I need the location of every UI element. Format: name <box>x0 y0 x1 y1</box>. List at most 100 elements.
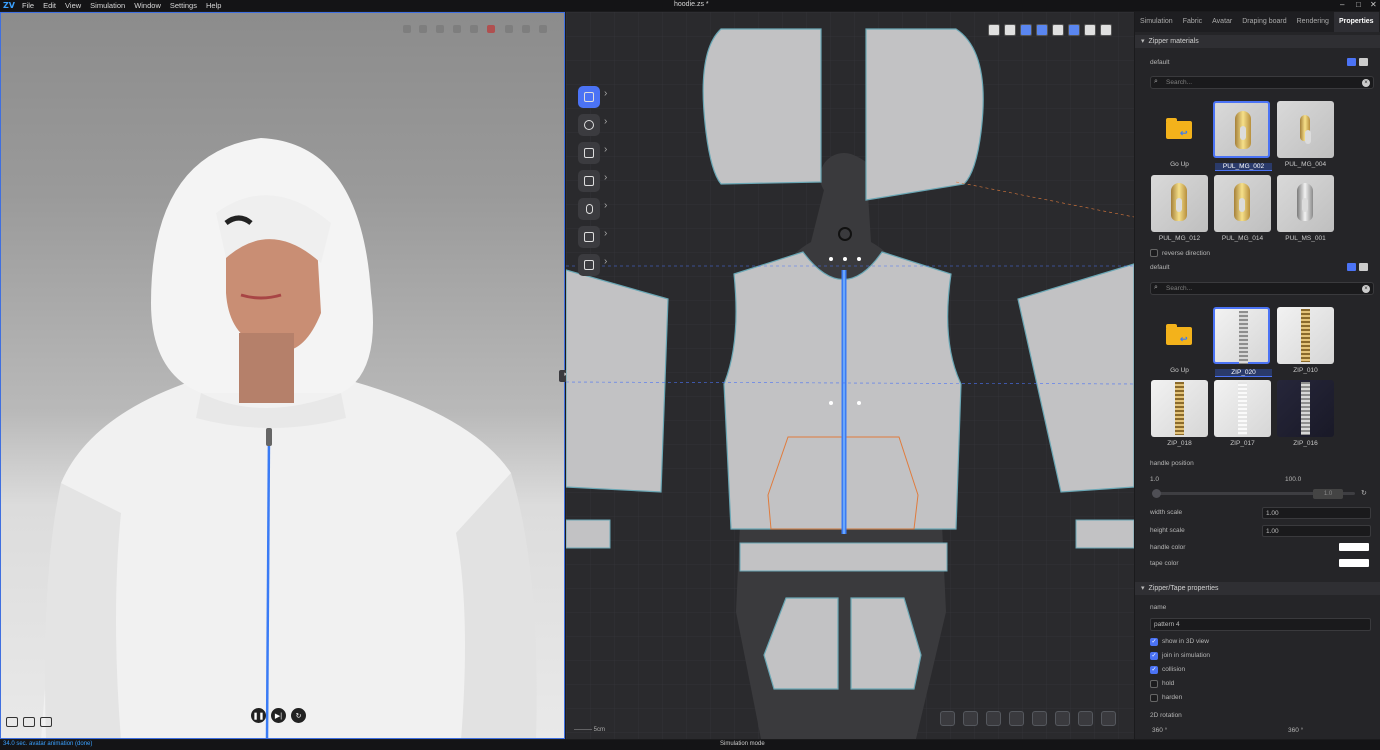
3d-viewport[interactable]: ❚❚ ▶| ↻ <box>0 12 565 739</box>
edit-tool-icon[interactable] <box>963 711 978 726</box>
tab-avatar[interactable]: Avatar <box>1207 12 1237 32</box>
tab-simulation[interactable]: Simulation <box>1135 12 1178 32</box>
view-option-icon[interactable] <box>1036 24 1048 36</box>
join-in-simulation-checkbox[interactable]: ✓ <box>1150 652 1158 660</box>
view-tool-icon[interactable] <box>453 25 461 33</box>
zipper-tool-button[interactable] <box>578 198 607 220</box>
harden-checkbox[interactable] <box>1150 694 1158 702</box>
snapshot-icon[interactable] <box>23 717 35 727</box>
handle-thumb-pul-mg-014[interactable]: PUL_MG_014 <box>1214 175 1271 242</box>
rectangle-tool-button[interactable] <box>578 142 607 164</box>
slider-knob[interactable] <box>1152 489 1161 498</box>
edit-tool-icon[interactable] <box>986 711 1001 726</box>
width-scale-input[interactable]: 1.00 <box>1262 507 1371 519</box>
view-option-icon[interactable] <box>988 24 1000 36</box>
transform-tool-icon[interactable] <box>940 711 955 726</box>
sewing-tool-button[interactable] <box>578 170 607 192</box>
tape-thumb-zip-010[interactable]: ZIP_010 <box>1277 307 1334 374</box>
close-icon[interactable]: ✕ <box>1370 0 1377 9</box>
3d-rotation-value[interactable]: 360 ° <box>1288 727 1303 734</box>
tape-thumb-zip-017[interactable]: ZIP_017 <box>1214 380 1271 447</box>
image-icon[interactable] <box>6 717 18 727</box>
clear-search-icon[interactable]: × <box>1362 79 1370 87</box>
camera-icon[interactable] <box>40 717 52 727</box>
go-up-folder[interactable]: Go Up <box>1151 307 1208 374</box>
curve-tool-button[interactable] <box>578 114 607 136</box>
step-button[interactable]: ▶| <box>271 708 286 723</box>
2d-rotation-value[interactable]: 360 ° <box>1152 727 1167 734</box>
grid-view-icon[interactable] <box>1347 263 1356 271</box>
handle-thumb-pul-mg-004[interactable]: PUL_MG_004 <box>1277 101 1334 168</box>
reverse-direction-checkbox[interactable] <box>1150 249 1158 257</box>
view-option-icon[interactable] <box>1068 24 1080 36</box>
handle-color-swatch[interactable] <box>1339 543 1369 551</box>
select-tool-button[interactable] <box>578 86 607 108</box>
zipper-tape-properties-header[interactable]: ▾ Zipper/Tape properties <box>1135 582 1380 595</box>
handle-thumb-pul-mg-012[interactable]: PUL_MG_012 <box>1151 175 1208 242</box>
height-scale-input[interactable]: 1.00 <box>1262 525 1371 537</box>
tab-properties[interactable]: Properties <box>1333 12 1379 32</box>
tab-draping-board[interactable]: Draping board <box>1237 12 1291 32</box>
pattern-canvas <box>566 12 1134 739</box>
clear-search-icon[interactable]: × <box>1362 285 1370 293</box>
view-tool-icon[interactable] <box>487 25 495 33</box>
view-tool-icon[interactable] <box>539 25 547 33</box>
edit-tool-icon[interactable] <box>1032 711 1047 726</box>
menu-view[interactable]: View <box>65 1 81 10</box>
tab-fabric[interactable]: Fabric <box>1178 12 1207 32</box>
view-tool-icon[interactable] <box>470 25 478 33</box>
view-option-icon[interactable] <box>1004 24 1016 36</box>
view-tool-icon[interactable] <box>436 25 444 33</box>
edit-tool-icon[interactable] <box>1055 711 1070 726</box>
menu-window[interactable]: Window <box>134 1 161 10</box>
viewport-bottom-tools <box>6 717 52 727</box>
tape-search-input[interactable]: ⌕ Search... × <box>1150 282 1374 295</box>
folder-up-icon <box>1166 118 1192 139</box>
tape-color-swatch[interactable] <box>1339 559 1369 567</box>
edit-tool-icon[interactable] <box>1009 711 1024 726</box>
minimize-icon[interactable]: – <box>1340 0 1344 9</box>
2d-view-toolbar <box>988 24 1112 36</box>
tape-thumb-zip-016[interactable]: ZIP_016 <box>1277 380 1334 447</box>
tape-thumb-zip-018[interactable]: ZIP_018 <box>1151 380 1208 447</box>
grid-view-icon[interactable] <box>1347 58 1356 66</box>
texture-tool-button[interactable] <box>578 254 607 276</box>
pause-button[interactable]: ❚❚ <box>251 708 266 723</box>
list-view-icon[interactable] <box>1359 58 1368 66</box>
show-in-3d-checkbox[interactable]: ✓ <box>1150 638 1158 646</box>
menu-simulation[interactable]: Simulation <box>90 1 125 10</box>
reset-icon[interactable]: ↻ <box>1361 489 1367 497</box>
name-input[interactable]: pattern 4 <box>1150 618 1371 631</box>
zipper-materials-header[interactable]: ▾ Zipper materials <box>1135 35 1380 48</box>
handle-search-input[interactable]: ⌕ Search... × <box>1150 76 1374 89</box>
menu-help[interactable]: Help <box>206 1 221 10</box>
view-tool-icon[interactable] <box>505 25 513 33</box>
edit-tool-icon[interactable] <box>1101 711 1116 726</box>
tab-rendering[interactable]: Rendering <box>1292 12 1334 32</box>
maximize-icon[interactable]: □ <box>1356 0 1361 9</box>
tape-thumb-zip-020[interactable]: ZIP_020 <box>1213 307 1272 377</box>
view-option-icon[interactable] <box>1020 24 1032 36</box>
fold-tool-button[interactable] <box>578 226 607 248</box>
menu-edit[interactable]: Edit <box>43 1 56 10</box>
tape-folder-label: default <box>1150 264 1170 271</box>
view-tool-icon[interactable] <box>522 25 530 33</box>
reset-button[interactable]: ↻ <box>291 708 306 723</box>
edit-tool-icon[interactable] <box>1078 711 1093 726</box>
hold-checkbox[interactable] <box>1150 680 1158 688</box>
handle-thumb-pul-mg-002[interactable]: PUL_MG_002 <box>1213 101 1272 171</box>
view-option-icon[interactable] <box>1052 24 1064 36</box>
mode-indicator: Simulation mode <box>720 741 765 747</box>
view-option-icon[interactable] <box>1100 24 1112 36</box>
menu-settings[interactable]: Settings <box>170 1 197 10</box>
list-view-icon[interactable] <box>1359 263 1368 271</box>
handle-position-value[interactable]: 1.0 <box>1313 489 1343 499</box>
view-tool-icon[interactable] <box>403 25 411 33</box>
view-tool-icon[interactable] <box>419 25 427 33</box>
go-up-folder[interactable]: Go Up <box>1151 101 1208 168</box>
menu-file[interactable]: File <box>22 1 34 10</box>
view-option-icon[interactable] <box>1084 24 1096 36</box>
collision-checkbox[interactable]: ✓ <box>1150 666 1158 674</box>
2d-pattern-viewport[interactable]: ——— 5cm <box>566 12 1134 739</box>
handle-thumb-pul-ms-001[interactable]: PUL_MS_001 <box>1277 175 1334 242</box>
